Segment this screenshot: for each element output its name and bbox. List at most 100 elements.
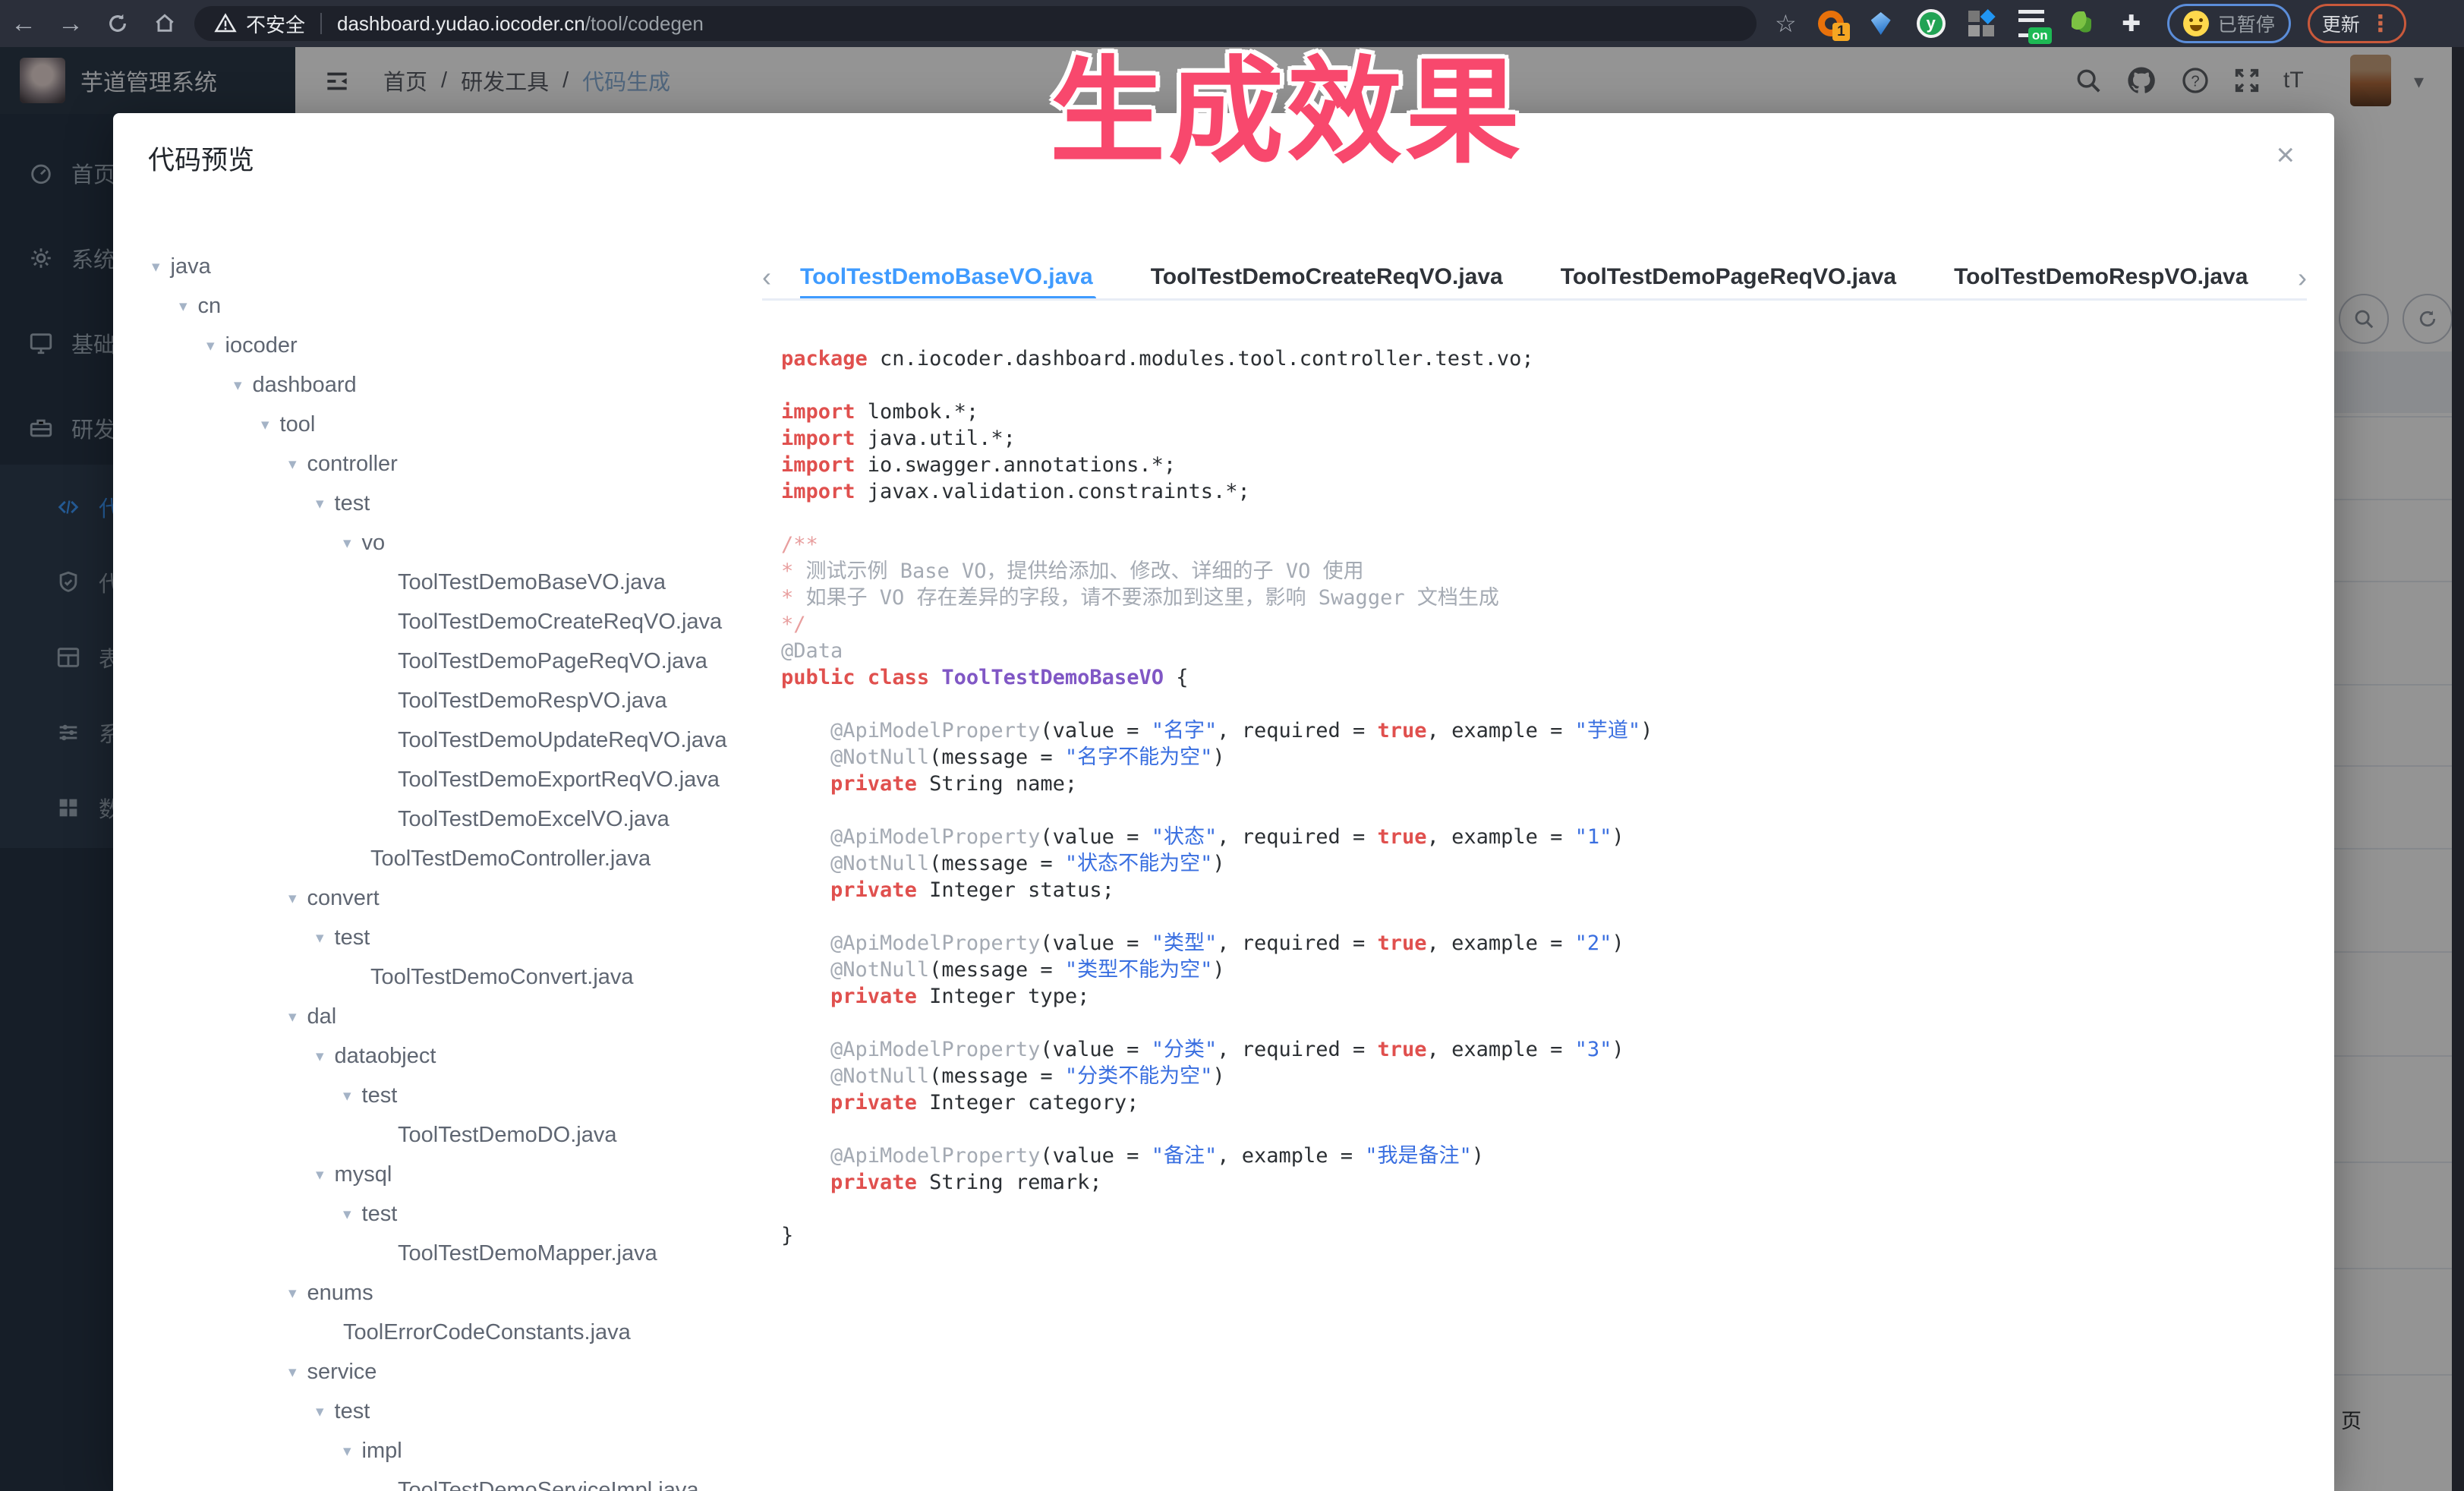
- tree-folder[interactable]: ▾impl: [147, 1431, 769, 1471]
- code-line: import java.util.*;: [781, 425, 1653, 452]
- tree-node-label: convert: [307, 886, 380, 911]
- extension-on-badge: on: [2028, 27, 2052, 44]
- tree-folder[interactable]: ▾iocoder: [147, 326, 769, 365]
- security-label: 不安全: [246, 10, 305, 38]
- code-line: import lombok.*;: [781, 399, 1653, 425]
- tree-node-label: ToolTestDemoPageReqVO.java: [398, 649, 707, 674]
- profile-paused-pill[interactable]: 已暂停: [2167, 4, 2291, 43]
- tree-folder[interactable]: ▾tool: [147, 405, 769, 444]
- tree-folder[interactable]: ▾java: [147, 247, 769, 286]
- tree-file[interactable]: ToolTestDemoExportReqVO.java: [147, 760, 769, 799]
- file-tab[interactable]: ToolTestDemoCreateReqVO.java: [1151, 256, 1503, 298]
- tree-folder[interactable]: ▾ vo: [147, 523, 769, 563]
- back-icon[interactable]: ←: [0, 9, 47, 39]
- tree-folder[interactable]: ▾ controller: [147, 444, 769, 484]
- code-line: @ApiModelProperty(value = "类型", required…: [781, 930, 1653, 957]
- tree-file[interactable]: ToolTestDemoController.java: [147, 839, 769, 878]
- extension-badge: 1: [1832, 23, 1850, 41]
- file-tree: ▾java▾cn▾iocoder▾dashboard▾tool▾controll…: [147, 247, 769, 1491]
- browser-scrollbar[interactable]: [2452, 47, 2464, 1491]
- tree-file[interactable]: ToolTestDemoMapper.java: [147, 1234, 769, 1273]
- tree-folder[interactable]: ▾test: [147, 1392, 769, 1431]
- tree-folder[interactable]: ▾test: [147, 1076, 769, 1115]
- code-line: * 如果子 VO 存在差异的字段，请不要添加到这里，影响 Swagger 文档生…: [781, 585, 1653, 611]
- tree-node-label: ToolTestDemoCreateReqVO.java: [398, 610, 722, 635]
- tree-file[interactable]: ToolTestDemoDO.java: [147, 1115, 769, 1155]
- caret-down-icon: ▾: [288, 455, 297, 474]
- tree-node-label: impl: [362, 1439, 402, 1464]
- bookmark-star-icon[interactable]: ☆: [1775, 9, 1797, 38]
- extension-gem-icon[interactable]: [1865, 8, 1897, 39]
- tree-folder[interactable]: ▾dashboard: [147, 365, 769, 405]
- tree-file[interactable]: ToolTestDemoPageReqVO.java: [147, 641, 769, 681]
- code-line: private Integer type;: [781, 983, 1653, 1010]
- code-line: @NotNull(message = "状态不能为空"): [781, 850, 1653, 877]
- tree-folder[interactable]: ▾convert: [147, 878, 769, 918]
- code-line: /**: [781, 531, 1653, 558]
- tree-node-label: test: [362, 1202, 398, 1227]
- tree-node-label: ToolTestDemoExcelVO.java: [398, 807, 670, 832]
- tree-folder[interactable]: ▾service: [147, 1352, 769, 1392]
- home-icon[interactable]: [141, 11, 188, 36]
- tree-folder[interactable]: ▾enums: [147, 1273, 769, 1313]
- tree-node-label: test: [335, 1399, 370, 1424]
- close-icon[interactable]: ×: [2276, 139, 2295, 171]
- extension-y-icon[interactable]: y: [1915, 8, 1947, 39]
- tree-node-label: ToolTestDemoDO.java: [398, 1123, 617, 1148]
- tree-folder[interactable]: ▾ dataobject: [147, 1036, 769, 1076]
- tree-file[interactable]: ToolTestDemoRespVO.java: [147, 681, 769, 720]
- tree-node-label: controller: [307, 452, 398, 477]
- file-tab[interactable]: ToolTestDemoBaseVO.java: [800, 256, 1093, 298]
- code-line: public class ToolTestDemoBaseVO {: [781, 664, 1653, 691]
- tree-node-label: dashboard: [253, 373, 357, 398]
- code-line: @ApiModelProperty(value = "名字", required…: [781, 717, 1653, 744]
- reload-icon[interactable]: [94, 11, 141, 36]
- caret-down-icon: ▾: [343, 534, 351, 553]
- caret-down-icon: ▾: [316, 1165, 324, 1184]
- tree-folder[interactable]: ▾test: [147, 918, 769, 957]
- extension-sprout-icon[interactable]: [2065, 8, 2097, 39]
- extension-donut-icon[interactable]: 1: [1815, 8, 1847, 39]
- code-line: [781, 797, 1653, 824]
- file-tab[interactable]: ToolTestDemoPageReqVO.java: [1561, 256, 1896, 298]
- extension-list-icon[interactable]: on: [2015, 8, 2047, 39]
- tree-file[interactable]: ToolTestDemoUpdateReqVO.java: [147, 720, 769, 760]
- tree-folder[interactable]: ▾test: [147, 484, 769, 523]
- tree-file[interactable]: ToolErrorCodeConstants.java: [147, 1313, 769, 1352]
- code-line: */: [781, 611, 1653, 638]
- tree-folder[interactable]: ▾dal: [147, 997, 769, 1036]
- tree-node-label: vo: [362, 531, 386, 556]
- forward-icon[interactable]: →: [47, 9, 94, 39]
- tree-folder[interactable]: ▾ mysql: [147, 1155, 769, 1194]
- chrome-update-button[interactable]: 更新 ⋮: [2308, 4, 2406, 43]
- extension-puzzle-icon[interactable]: ✚: [2116, 8, 2147, 39]
- extension-grid-icon[interactable]: [1965, 8, 1997, 39]
- code-line: [781, 505, 1653, 531]
- tree-file[interactable]: ToolTestDemoBaseVO.java: [147, 563, 769, 602]
- tree-file[interactable]: ToolTestDemoCreateReqVO.java: [147, 602, 769, 641]
- code-line: package cn.iocoder.dashboard.modules.too…: [781, 345, 1653, 372]
- caret-down-icon: ▾: [288, 1284, 297, 1303]
- tree-folder[interactable]: ▾cn: [147, 286, 769, 326]
- tabs-scroll-right-icon[interactable]: ›: [2292, 262, 2307, 294]
- caret-down-icon: ▾: [206, 336, 215, 355]
- tree-folder[interactable]: ▾test: [147, 1194, 769, 1234]
- profile-emoji-icon: [2183, 11, 2209, 36]
- tree-node-label: mysql: [335, 1162, 392, 1187]
- caret-down-icon: ▾: [261, 415, 269, 434]
- tree-file[interactable]: ToolTestDemoServiceImpl.java: [147, 1471, 769, 1491]
- tabs-scroll-left-icon[interactable]: ‹: [762, 261, 771, 293]
- file-tab[interactable]: ToolTestDemoRespVO.java: [1954, 256, 2248, 298]
- code-line: import javax.validation.constraints.*;: [781, 478, 1653, 505]
- caret-down-icon: ▾: [288, 1363, 297, 1382]
- tree-file[interactable]: ToolTestDemoConvert.java: [147, 957, 769, 997]
- tree-node-label: ToolTestDemoMapper.java: [398, 1241, 657, 1266]
- tree-node-label: ToolTestDemoUpdateReqVO.java: [398, 728, 727, 753]
- url-host: dashboard.yudao.iocoder.cn: [337, 12, 585, 36]
- code-line: [781, 691, 1653, 717]
- caret-down-icon: ▾: [179, 297, 187, 316]
- tree-node-label: dataobject: [335, 1044, 436, 1069]
- tree-file[interactable]: ToolTestDemoExcelVO.java: [147, 799, 769, 839]
- code-line: @NotNull(message = "分类不能为空"): [781, 1063, 1653, 1089]
- caret-down-icon: ▾: [316, 1047, 324, 1066]
